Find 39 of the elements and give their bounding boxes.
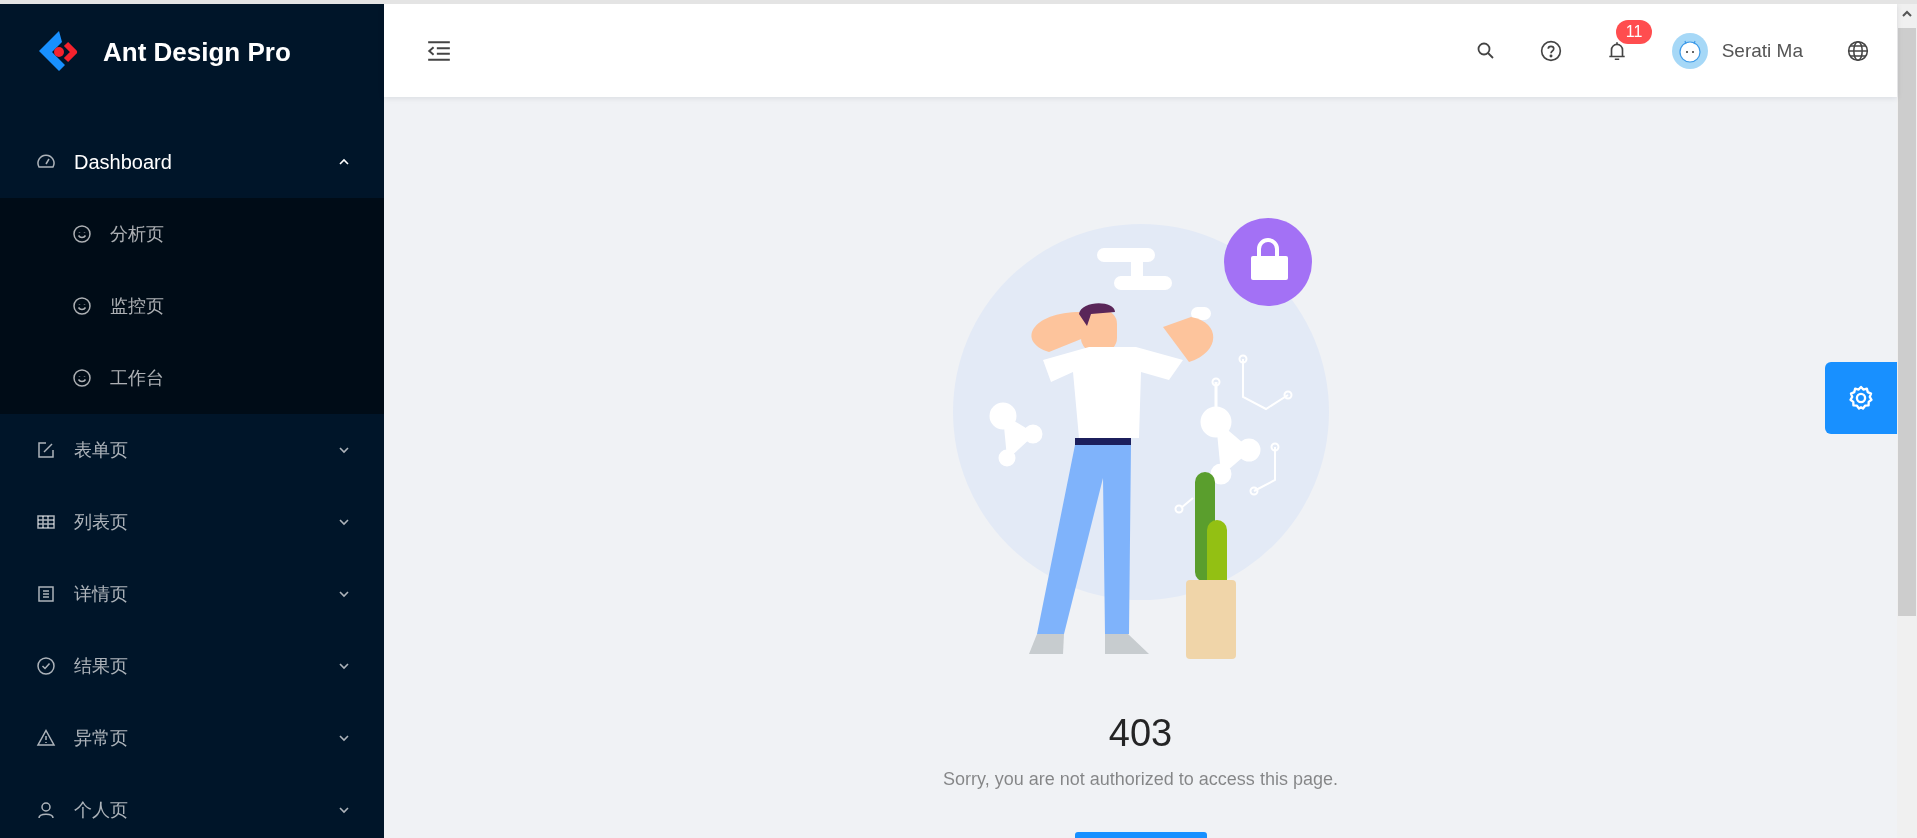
profile-icon [36,584,56,604]
menu-label: 结果页 [74,654,129,678]
smile-icon [72,224,92,244]
result-title: 403 [1108,712,1173,755]
result-subtitle: Sorry, you are not authorized to access this page. [943,769,1338,790]
menu-label: 个人页 [74,798,129,822]
search-icon[interactable] [1475,40,1496,61]
check-icon [36,656,56,676]
user-name[interactable]: Serati Ma [1721,39,1803,62]
menu-label: 详情页 [74,582,129,606]
smile-icon [72,368,92,388]
help-icon[interactable] [1539,39,1562,62]
menu-item[interactable]: 个人页 [0,774,384,838]
menu-label: 表单页 [74,438,129,462]
warning-icon [36,728,56,748]
settings-icon [1847,384,1875,412]
avatar-icon[interactable] [1671,32,1708,69]
submenu-item[interactable]: 分析页 [0,198,384,270]
settings-button[interactable] [1825,362,1897,434]
form-icon [36,440,56,460]
smile-icon [72,296,92,316]
scrollbar[interactable] [1897,4,1917,838]
menu-item[interactable]: 表单页 [0,414,384,486]
notification-badge: 11 [1615,19,1653,44]
table-icon [36,512,56,532]
menu-label: Dashboard [74,150,173,174]
user-icon [36,800,56,820]
logo-text: Ant Design Pro [103,36,291,68]
menu-item[interactable]: 结果页 [0,630,384,702]
menu-label: 异常页 [74,726,129,750]
menu-item[interactable]: Dashboard [0,126,384,198]
menu-item[interactable]: 列表页 [0,486,384,558]
menu-item[interactable]: 详情页 [0,558,384,630]
submenu-item[interactable]: 工作台 [0,342,384,414]
submenu-item[interactable]: 监控页 [0,270,384,342]
menu-item[interactable]: 异常页 [0,702,384,774]
menu-label: 列表页 [74,510,129,534]
scrollbar-thumb[interactable] [1898,28,1916,616]
globe-icon[interactable] [1847,39,1869,62]
